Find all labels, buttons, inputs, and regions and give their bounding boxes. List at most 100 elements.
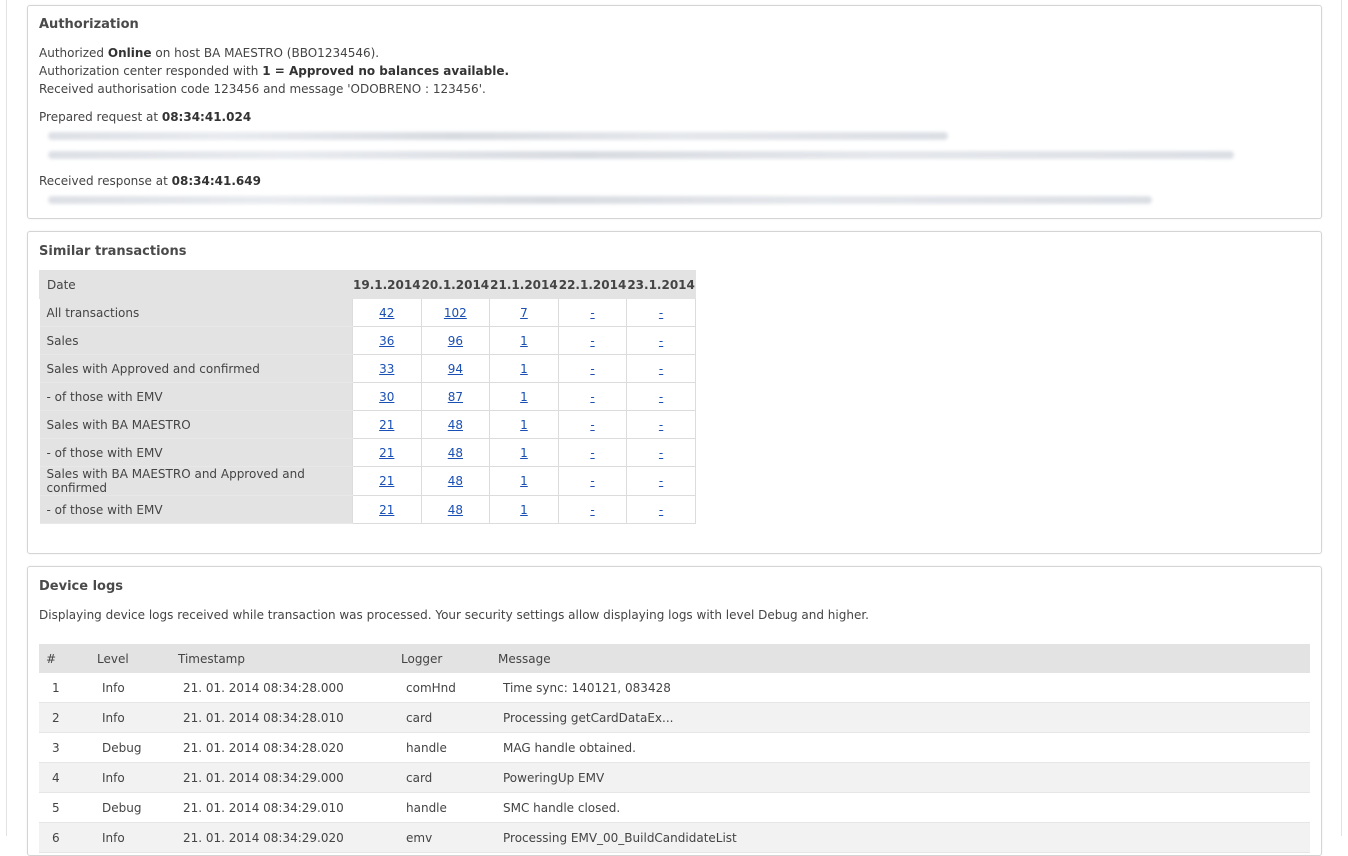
log-timestamp: 21. 01. 2014 08:34:28.020 [178, 732, 401, 763]
count-link[interactable]: 21 [379, 446, 394, 460]
date-column-header: 19.1.2014 [352, 270, 422, 299]
similar-row: All transactions 42 102 7 - - [39, 298, 696, 327]
similar-row-label: - of those with EMV [39, 382, 353, 411]
log-logger: comHnd [401, 673, 498, 703]
log-number: 3 [39, 732, 97, 763]
log-level: Info [97, 822, 178, 853]
count-cell: - [557, 382, 628, 411]
count-cell: 1 [489, 438, 559, 467]
count-link[interactable]: 1 [520, 474, 528, 488]
count-link[interactable]: 96 [448, 334, 463, 348]
log-number: 2 [39, 702, 97, 733]
count-link[interactable]: - [659, 390, 663, 404]
count-cell: - [557, 438, 628, 467]
column-header-level[interactable]: Level [97, 644, 178, 673]
count-cell: 21 [352, 466, 422, 496]
column-header-timestamp[interactable]: Timestamp [178, 644, 401, 673]
similar-row-label: Sales with BA MAESTRO [39, 410, 353, 439]
count-link[interactable]: - [590, 362, 594, 376]
log-level: Debug [97, 732, 178, 763]
received-response-label: Received response at 08:34:41.649 [39, 174, 261, 188]
count-cell: 36 [352, 326, 422, 355]
log-message: Time sync: 140121, 083428 [498, 673, 1310, 703]
count-cell: 1 [489, 354, 559, 383]
count-cell: - [557, 354, 628, 383]
count-link[interactable]: - [590, 474, 594, 488]
count-link[interactable]: 48 [448, 474, 463, 488]
log-number: 4 [39, 762, 97, 793]
log-row: 2 Info 21. 01. 2014 08:34:28.010 card Pr… [39, 702, 1310, 733]
log-level: Debug [97, 792, 178, 823]
count-link[interactable]: - [590, 446, 594, 460]
logs-header-row: # Level Timestamp Logger Message [39, 644, 1310, 673]
count-link[interactable]: 48 [448, 503, 463, 517]
column-header-number[interactable]: # [39, 644, 97, 673]
count-link[interactable]: 102 [444, 306, 467, 320]
count-cell: - [557, 410, 628, 439]
similar-row: Sales 36 96 1 - - [39, 326, 696, 355]
authorization-line-response: Authorization center responded with 1 = … [39, 64, 510, 78]
count-link[interactable]: 36 [379, 334, 394, 348]
log-logger: emv [401, 822, 498, 853]
count-link[interactable]: 48 [448, 418, 463, 432]
column-header-message[interactable]: Message [498, 644, 1310, 673]
log-timestamp: 21. 01. 2014 08:34:29.020 [178, 822, 401, 853]
similar-row-label: Sales with Approved and confirmed [39, 354, 353, 383]
log-row: 1 Info 21. 01. 2014 08:34:28.000 comHnd … [39, 673, 1310, 703]
count-link[interactable]: 1 [520, 362, 528, 376]
count-cell: 87 [420, 382, 491, 411]
log-timestamp: 21. 01. 2014 08:34:29.000 [178, 762, 401, 793]
count-link[interactable]: - [659, 334, 663, 348]
count-link[interactable]: 1 [520, 418, 528, 432]
count-link[interactable]: 1 [520, 334, 528, 348]
count-cell: 48 [420, 438, 491, 467]
count-link[interactable]: - [659, 306, 663, 320]
date-column-header: 22.1.2014 [557, 270, 628, 299]
authorization-title: Authorization [39, 17, 139, 32]
device-logs-table: # Level Timestamp Logger Message 1 Info … [39, 644, 1310, 853]
count-cell: 42 [352, 298, 422, 327]
count-cell: - [557, 298, 628, 327]
similar-row: Sales with BA MAESTRO 21 48 1 - - [39, 410, 696, 439]
count-link[interactable]: - [590, 503, 594, 517]
similar-row-label: Sales [39, 326, 353, 355]
count-cell: 1 [489, 410, 559, 439]
count-link[interactable]: 42 [379, 306, 394, 320]
count-link[interactable]: - [590, 306, 594, 320]
count-link[interactable]: - [659, 474, 663, 488]
count-link[interactable]: 94 [448, 362, 463, 376]
count-link[interactable]: - [659, 418, 663, 432]
date-header: Date [39, 270, 353, 299]
count-link[interactable]: - [590, 418, 594, 432]
count-link[interactable]: - [659, 446, 663, 460]
count-link[interactable]: 1 [520, 503, 528, 517]
count-link[interactable]: - [590, 390, 594, 404]
count-cell: - [626, 410, 696, 439]
count-link[interactable]: - [659, 362, 663, 376]
count-link[interactable]: 1 [520, 446, 528, 460]
count-link[interactable]: 30 [379, 390, 394, 404]
count-link[interactable]: - [659, 503, 663, 517]
log-row: 6 Info 21. 01. 2014 08:34:29.020 emv Pro… [39, 822, 1310, 853]
prepared-request-data-redacted-2 [48, 151, 1234, 159]
device-logs-panel: Device logs Displaying device logs recei… [27, 566, 1322, 856]
count-link[interactable]: 33 [379, 362, 394, 376]
similar-transactions-title: Similar transactions [39, 244, 187, 259]
count-link[interactable]: 21 [379, 418, 394, 432]
column-header-logger[interactable]: Logger [401, 644, 498, 673]
log-number: 6 [39, 822, 97, 853]
count-cell: - [626, 326, 696, 355]
count-cell: 1 [489, 495, 559, 524]
count-cell: - [557, 495, 628, 524]
authorization-line-code: Received authorisation code 123456 and m… [39, 82, 486, 96]
authorization-line-host: Authorized Online on host BA MAESTRO (BB… [39, 46, 380, 60]
log-timestamp: 21. 01. 2014 08:34:28.000 [178, 673, 401, 703]
count-link[interactable]: 7 [520, 306, 528, 320]
count-link[interactable]: 21 [379, 474, 394, 488]
count-link[interactable]: - [590, 334, 594, 348]
count-link[interactable]: 48 [448, 446, 463, 460]
log-message: Processing getCardDataEx... [498, 702, 1310, 733]
count-link[interactable]: 87 [448, 390, 463, 404]
count-link[interactable]: 21 [379, 503, 394, 517]
count-link[interactable]: 1 [520, 390, 528, 404]
